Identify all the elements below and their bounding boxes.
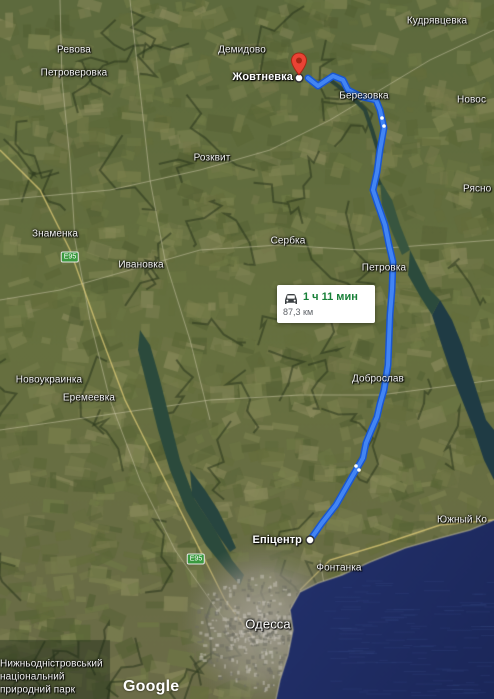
place-label-petrovka: Петровка bbox=[361, 262, 407, 274]
route-info-card[interactable]: 1 ч 11 мин 87,3 км bbox=[277, 285, 375, 323]
place-label-odessa: Одесса bbox=[245, 616, 291, 632]
destination-label[interactable]: Жовтневка bbox=[232, 71, 293, 83]
place-label-demidovo: Демидово bbox=[218, 44, 266, 56]
route-duration: 1 ч 11 мин bbox=[303, 291, 358, 303]
place-label-fontanka: Фонтанка bbox=[316, 562, 362, 574]
origin-label[interactable]: Епіцентр bbox=[253, 534, 302, 546]
place-label-revova: Ревова bbox=[57, 44, 91, 56]
place-label-serbka: Сербка bbox=[270, 235, 306, 247]
highway-shield: E95 bbox=[186, 553, 206, 565]
park-label-line3: природний парк bbox=[0, 684, 76, 696]
place-label-ryasno: Рясно bbox=[463, 183, 492, 195]
place-label-berezovka: Березовка bbox=[339, 90, 389, 102]
place-label-novos: Новос bbox=[457, 94, 487, 106]
google-logo: Google bbox=[123, 678, 180, 695]
origin-marker[interactable] bbox=[305, 535, 315, 545]
place-label-kudryavtseva: Кудрявцевка bbox=[406, 15, 468, 27]
car-icon bbox=[285, 294, 297, 304]
place-label-novoukrainka: Новоукраинка bbox=[15, 374, 83, 386]
park-label-line2: національний bbox=[0, 671, 65, 683]
place-label-ivanovka: Ивановка bbox=[118, 259, 164, 271]
route-line[interactable] bbox=[0, 0, 494, 699]
place-label-petroverovka: Петроверовка bbox=[40, 67, 108, 79]
place-label-rozkvit: Розквит bbox=[193, 152, 231, 164]
place-label-eremeevka: Еремеевка bbox=[62, 392, 116, 404]
place-label-znamenka: Знаменка bbox=[31, 228, 79, 240]
park-label-line1: Нижньодністровський bbox=[0, 658, 103, 670]
place-label-dobroslav: Доброслав bbox=[352, 373, 404, 385]
route-distance: 87,3 км bbox=[283, 307, 314, 317]
place-label-yuzhny: Южный Ко bbox=[437, 514, 488, 526]
highway-shield: E95 bbox=[60, 251, 80, 263]
